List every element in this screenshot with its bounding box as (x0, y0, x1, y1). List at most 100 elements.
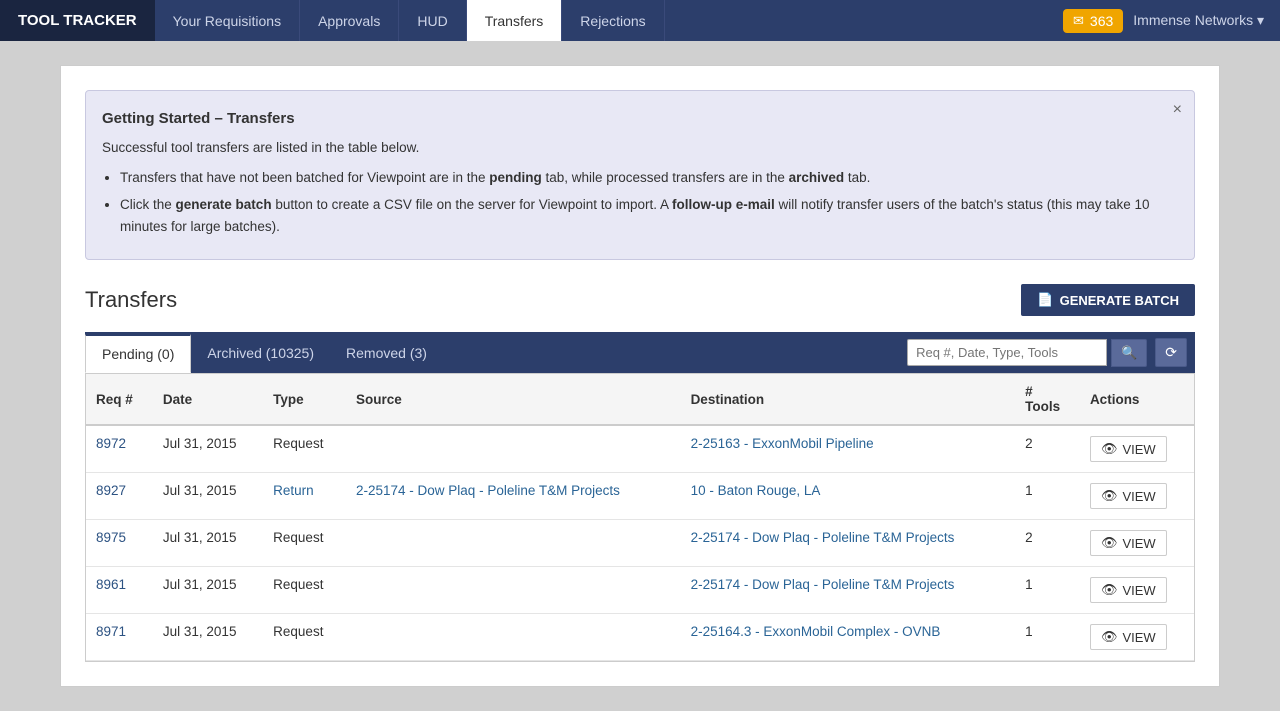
eye-icon: 👁 (1101, 441, 1118, 457)
search-icon: 🔍 (1121, 345, 1137, 360)
cell-tools-3: 1 (1015, 567, 1080, 614)
cell-source-0 (346, 425, 681, 473)
view-label: VIEW (1122, 630, 1155, 645)
eye-icon: 👁 (1101, 629, 1118, 645)
nav-hud[interactable]: HUD (399, 0, 466, 41)
cell-actions-4: 👁 VIEW (1080, 614, 1194, 661)
cell-type-1: Return (263, 473, 346, 520)
cell-date-1: Jul 31, 2015 (153, 473, 263, 520)
cell-req-0: 8972 (86, 425, 153, 473)
cell-tools-0: 2 (1015, 425, 1080, 473)
search-input[interactable] (907, 339, 1107, 366)
alert-bullet-2: Click the generate batch button to creat… (120, 194, 1154, 237)
cell-source-3 (346, 567, 681, 614)
cell-date-0: Jul 31, 2015 (153, 425, 263, 473)
table-row: 8972 Jul 31, 2015 Request 2-25163 - Exxo… (86, 425, 1194, 473)
search-button[interactable]: 🔍 (1111, 339, 1147, 367)
cell-destination-0: 2-25163 - ExxonMobil Pipeline (681, 425, 1016, 473)
nav-right: ✉ 363 Immense Networks ▾ (1063, 9, 1280, 33)
cell-tools-1: 1 (1015, 473, 1080, 520)
transfers-table: Req # Date Type Source Destination # Too… (86, 374, 1194, 661)
tab-removed[interactable]: Removed (3) (330, 335, 443, 371)
nav-transfers[interactable]: Transfers (467, 0, 563, 41)
info-alert: × Getting Started – Transfers Successful… (85, 90, 1195, 260)
cell-actions-3: 👁 VIEW (1080, 567, 1194, 614)
cell-destination-3: 2-25174 - Dow Plaq - Poleline T&M Projec… (681, 567, 1016, 614)
col-req: Req # (86, 374, 153, 425)
cell-source-2 (346, 520, 681, 567)
cell-date-3: Jul 31, 2015 (153, 567, 263, 614)
cell-source-4 (346, 614, 681, 661)
nav-approvals[interactable]: Approvals (300, 0, 399, 41)
eye-icon: 👁 (1101, 582, 1118, 598)
view-button-3[interactable]: 👁 VIEW (1090, 577, 1167, 603)
table-row: 8961 Jul 31, 2015 Request 2-25174 - Dow … (86, 567, 1194, 614)
col-type: Type (263, 374, 346, 425)
notifications-button[interactable]: ✉ 363 (1063, 9, 1123, 33)
tab-pending[interactable]: Pending (0) (85, 334, 191, 373)
col-destination: Destination (681, 374, 1016, 425)
heading-row: Transfers 📄 GENERATE BATCH (85, 284, 1195, 316)
eye-icon: 👁 (1101, 535, 1118, 551)
view-label: VIEW (1122, 583, 1155, 598)
cell-type-3: Request (263, 567, 346, 614)
page-title: Transfers (85, 287, 177, 313)
refresh-icon: ⟳ (1165, 344, 1177, 360)
view-button-4[interactable]: 👁 VIEW (1090, 624, 1167, 650)
view-button-1[interactable]: 👁 VIEW (1090, 483, 1167, 509)
user-menu[interactable]: Immense Networks ▾ (1133, 12, 1264, 29)
col-date: Date (153, 374, 263, 425)
user-label: Immense Networks (1133, 12, 1253, 28)
col-tools: # Tools (1015, 374, 1080, 425)
cell-req-3: 8961 (86, 567, 153, 614)
cell-type-0: Request (263, 425, 346, 473)
view-label: VIEW (1122, 536, 1155, 551)
mail-icon: ✉ (1073, 13, 1084, 29)
eye-icon: 👁 (1101, 488, 1118, 504)
cell-req-1: 8927 (86, 473, 153, 520)
table-row: 8975 Jul 31, 2015 Request 2-25174 - Dow … (86, 520, 1194, 567)
brand-logo: TOOL TRACKER (0, 0, 155, 41)
refresh-button[interactable]: ⟳ (1155, 338, 1187, 367)
alert-subtitle: Successful tool transfers are listed in … (102, 137, 1154, 159)
cell-destination-4: 2-25164.3 - ExxonMobil Complex - OVNB (681, 614, 1016, 661)
cell-destination-2: 2-25174 - Dow Plaq - Poleline T&M Projec… (681, 520, 1016, 567)
col-actions: Actions (1080, 374, 1194, 425)
view-button-2[interactable]: 👁 VIEW (1090, 530, 1167, 556)
alert-close-button[interactable]: × (1173, 101, 1182, 119)
tabs-row: Pending (0) Archived (10325) Removed (3)… (85, 332, 1195, 374)
cell-actions-2: 👁 VIEW (1080, 520, 1194, 567)
tab-archived[interactable]: Archived (10325) (191, 335, 330, 371)
cell-date-4: Jul 31, 2015 (153, 614, 263, 661)
cell-source-1: 2-25174 - Dow Plaq - Poleline T&M Projec… (346, 473, 681, 520)
cell-type-2: Request (263, 520, 346, 567)
table-row: 8927 Jul 31, 2015 Return 2-25174 - Dow P… (86, 473, 1194, 520)
transfers-table-wrap: Req # Date Type Source Destination # Too… (85, 374, 1195, 662)
alert-bullets: Transfers that have not been batched for… (120, 167, 1154, 238)
search-area: 🔍 ⟳ (899, 332, 1195, 373)
cell-actions-0: 👁 VIEW (1080, 425, 1194, 473)
generate-icon: 📄 (1037, 292, 1053, 308)
nav-your-requisitions[interactable]: Your Requisitions (155, 0, 300, 41)
cell-tools-4: 1 (1015, 614, 1080, 661)
view-button-0[interactable]: 👁 VIEW (1090, 436, 1167, 462)
cell-tools-2: 2 (1015, 520, 1080, 567)
generate-batch-label: GENERATE BATCH (1060, 293, 1179, 308)
cell-date-2: Jul 31, 2015 (153, 520, 263, 567)
cell-req-2: 8975 (86, 520, 153, 567)
alert-title: Getting Started – Transfers (102, 107, 1154, 131)
nav-links: Your Requisitions Approvals HUD Transfer… (155, 0, 1063, 41)
cell-destination-1: 10 - Baton Rouge, LA (681, 473, 1016, 520)
page-content: × Getting Started – Transfers Successful… (60, 65, 1220, 687)
alert-bullet-1: Transfers that have not been batched for… (120, 167, 1154, 189)
cell-type-4: Request (263, 614, 346, 661)
nav-rejections[interactable]: Rejections (562, 0, 664, 41)
table-row: 8971 Jul 31, 2015 Request 2-25164.3 - Ex… (86, 614, 1194, 661)
view-label: VIEW (1122, 442, 1155, 457)
cell-actions-1: 👁 VIEW (1080, 473, 1194, 520)
col-source: Source (346, 374, 681, 425)
notification-count: 363 (1090, 13, 1113, 29)
user-caret-icon: ▾ (1257, 12, 1264, 28)
navbar: TOOL TRACKER Your Requisitions Approvals… (0, 0, 1280, 41)
generate-batch-button[interactable]: 📄 GENERATE BATCH (1021, 284, 1195, 316)
